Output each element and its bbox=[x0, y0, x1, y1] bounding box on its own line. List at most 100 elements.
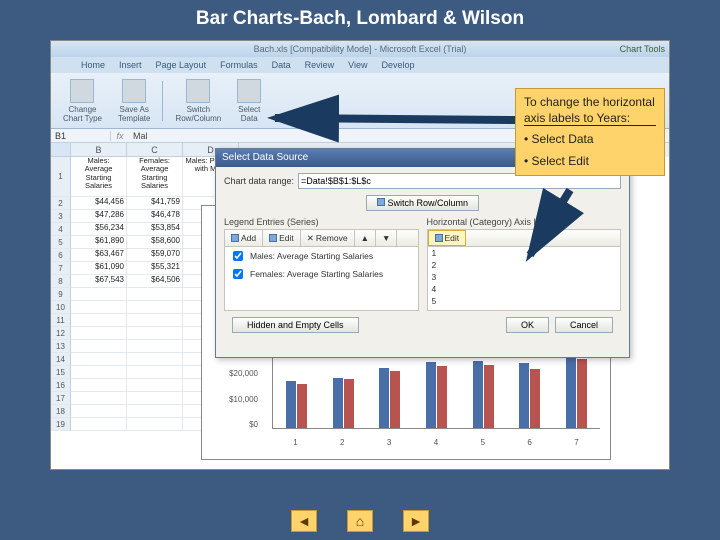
cell-b3[interactable]: $47,286 bbox=[71, 210, 127, 223]
axis-list-item[interactable]: 2 bbox=[428, 259, 621, 271]
row-head-1[interactable]: 1 bbox=[51, 157, 71, 197]
tab-page-layout[interactable]: Page Layout bbox=[156, 60, 207, 70]
cell-c3[interactable]: $46,478 bbox=[127, 210, 183, 223]
series-add-button[interactable]: Add bbox=[225, 230, 263, 246]
cell-b7[interactable]: $61,090 bbox=[71, 262, 127, 275]
series-list-item[interactable]: Males: Average Starting Salaries bbox=[225, 247, 418, 265]
axis-edit-button[interactable]: Edit bbox=[428, 230, 467, 246]
row-head-13[interactable]: 13 bbox=[51, 340, 71, 353]
cell-c14[interactable] bbox=[127, 353, 183, 366]
select-all-corner[interactable] bbox=[51, 143, 71, 157]
row-head-9[interactable]: 9 bbox=[51, 288, 71, 301]
tab-insert[interactable]: Insert bbox=[119, 60, 142, 70]
row-head-17[interactable]: 17 bbox=[51, 392, 71, 405]
cell-c18[interactable] bbox=[127, 405, 183, 418]
hidden-empty-cells-button[interactable]: Hidden and Empty Cells bbox=[232, 317, 359, 333]
series-moveup-button[interactable]: ▲ bbox=[355, 230, 376, 246]
select-data-button[interactable]: Select Data bbox=[233, 77, 265, 125]
cell-b12[interactable] bbox=[71, 327, 127, 340]
cell-b1[interactable]: Males: Average Starting Salaries bbox=[71, 157, 127, 197]
cell-c17[interactable] bbox=[127, 392, 183, 405]
series-movedown-button[interactable]: ▼ bbox=[376, 230, 397, 246]
cell-c19[interactable] bbox=[127, 418, 183, 431]
row-head-11[interactable]: 11 bbox=[51, 314, 71, 327]
row-head-5[interactable]: 5 bbox=[51, 236, 71, 249]
row-head-3[interactable]: 3 bbox=[51, 210, 71, 223]
cell-b5[interactable]: $61,890 bbox=[71, 236, 127, 249]
tab-formulas[interactable]: Formulas bbox=[220, 60, 258, 70]
row-head-14[interactable]: 14 bbox=[51, 353, 71, 366]
series-remove-button[interactable]: ✕Remove bbox=[301, 230, 355, 246]
cell-c5[interactable]: $58,600 bbox=[127, 236, 183, 249]
formula-bar[interactable]: Mal bbox=[129, 131, 148, 141]
tab-data[interactable]: Data bbox=[272, 60, 291, 70]
nav-home-button[interactable]: ⌂ bbox=[347, 510, 373, 532]
series-listbox[interactable]: Males: Average Starting Salaries Females… bbox=[224, 247, 419, 311]
tab-home[interactable]: Home bbox=[81, 60, 105, 70]
axis-listbox[interactable]: 12345 bbox=[427, 247, 622, 311]
cell-b13[interactable] bbox=[71, 340, 127, 353]
cell-c15[interactable] bbox=[127, 366, 183, 379]
ok-button[interactable]: OK bbox=[506, 317, 549, 333]
tab-review[interactable]: Review bbox=[305, 60, 335, 70]
row-head-7[interactable]: 7 bbox=[51, 262, 71, 275]
cell-c13[interactable] bbox=[127, 340, 183, 353]
cell-c6[interactable]: $59,070 bbox=[127, 249, 183, 262]
cell-c16[interactable] bbox=[127, 379, 183, 392]
row-head-15[interactable]: 15 bbox=[51, 366, 71, 379]
change-chart-type-button[interactable]: Change Chart Type bbox=[59, 77, 106, 125]
cancel-button[interactable]: Cancel bbox=[555, 317, 613, 333]
axis-list-item[interactable]: 1 bbox=[428, 247, 621, 259]
cell-b16[interactable] bbox=[71, 379, 127, 392]
nav-back-button[interactable]: ◄ bbox=[291, 510, 317, 532]
cell-b18[interactable] bbox=[71, 405, 127, 418]
axis-list-item[interactable]: 3 bbox=[428, 271, 621, 283]
cell-c4[interactable]: $53,854 bbox=[127, 223, 183, 236]
cell-b19[interactable] bbox=[71, 418, 127, 431]
cell-c12[interactable] bbox=[127, 327, 183, 340]
cell-b4[interactable]: $56,234 bbox=[71, 223, 127, 236]
axis-list-item[interactable]: 5 bbox=[428, 295, 621, 307]
cell-b15[interactable] bbox=[71, 366, 127, 379]
save-as-template-button[interactable]: Save As Template bbox=[114, 77, 154, 125]
series-checkbox[interactable] bbox=[233, 269, 243, 279]
row-head-10[interactable]: 10 bbox=[51, 301, 71, 314]
row-head-12[interactable]: 12 bbox=[51, 327, 71, 340]
cell-c11[interactable] bbox=[127, 314, 183, 327]
name-box[interactable]: B1 bbox=[51, 131, 111, 141]
bar-series-b bbox=[437, 366, 447, 428]
row-head-18[interactable]: 18 bbox=[51, 405, 71, 418]
row-head-4[interactable]: 4 bbox=[51, 223, 71, 236]
cell-c1[interactable]: Females: Average Starting Salaries bbox=[127, 157, 183, 197]
cell-b14[interactable] bbox=[71, 353, 127, 366]
cell-b8[interactable]: $67,543 bbox=[71, 275, 127, 288]
row-head-2[interactable]: 2 bbox=[51, 197, 71, 210]
cell-c7[interactable]: $55,321 bbox=[127, 262, 183, 275]
cell-b17[interactable] bbox=[71, 392, 127, 405]
cell-b6[interactable]: $63,467 bbox=[71, 249, 127, 262]
cell-b2[interactable]: $44,456 bbox=[71, 197, 127, 210]
cell-b9[interactable] bbox=[71, 288, 127, 301]
col-b[interactable]: B bbox=[71, 143, 127, 157]
col-c[interactable]: C bbox=[127, 143, 183, 157]
cell-c10[interactable] bbox=[127, 301, 183, 314]
series-edit-button[interactable]: Edit bbox=[263, 230, 301, 246]
row-head-19[interactable]: 19 bbox=[51, 418, 71, 431]
row-head-16[interactable]: 16 bbox=[51, 379, 71, 392]
series-list-item[interactable]: Females: Average Starting Salaries bbox=[225, 265, 418, 283]
row-head-6[interactable]: 6 bbox=[51, 249, 71, 262]
cell-c8[interactable]: $64,506 bbox=[127, 275, 183, 288]
tab-view[interactable]: View bbox=[348, 60, 367, 70]
series-checkbox[interactable] bbox=[233, 251, 243, 261]
row-head-8[interactable]: 8 bbox=[51, 275, 71, 288]
switch-row-column-button[interactable]: Switch Row/Column bbox=[171, 77, 225, 125]
switch-row-column-dialog-button[interactable]: Switch Row/Column bbox=[366, 195, 479, 211]
cell-b10[interactable] bbox=[71, 301, 127, 314]
cell-c9[interactable] bbox=[127, 288, 183, 301]
tab-developer[interactable]: Develop bbox=[381, 60, 414, 70]
cell-b11[interactable] bbox=[71, 314, 127, 327]
axis-list-item[interactable]: 4 bbox=[428, 283, 621, 295]
nav-next-button[interactable]: ► bbox=[403, 510, 429, 532]
fx-icon[interactable]: fx bbox=[111, 131, 129, 141]
cell-c2[interactable]: $41,759 bbox=[127, 197, 183, 210]
